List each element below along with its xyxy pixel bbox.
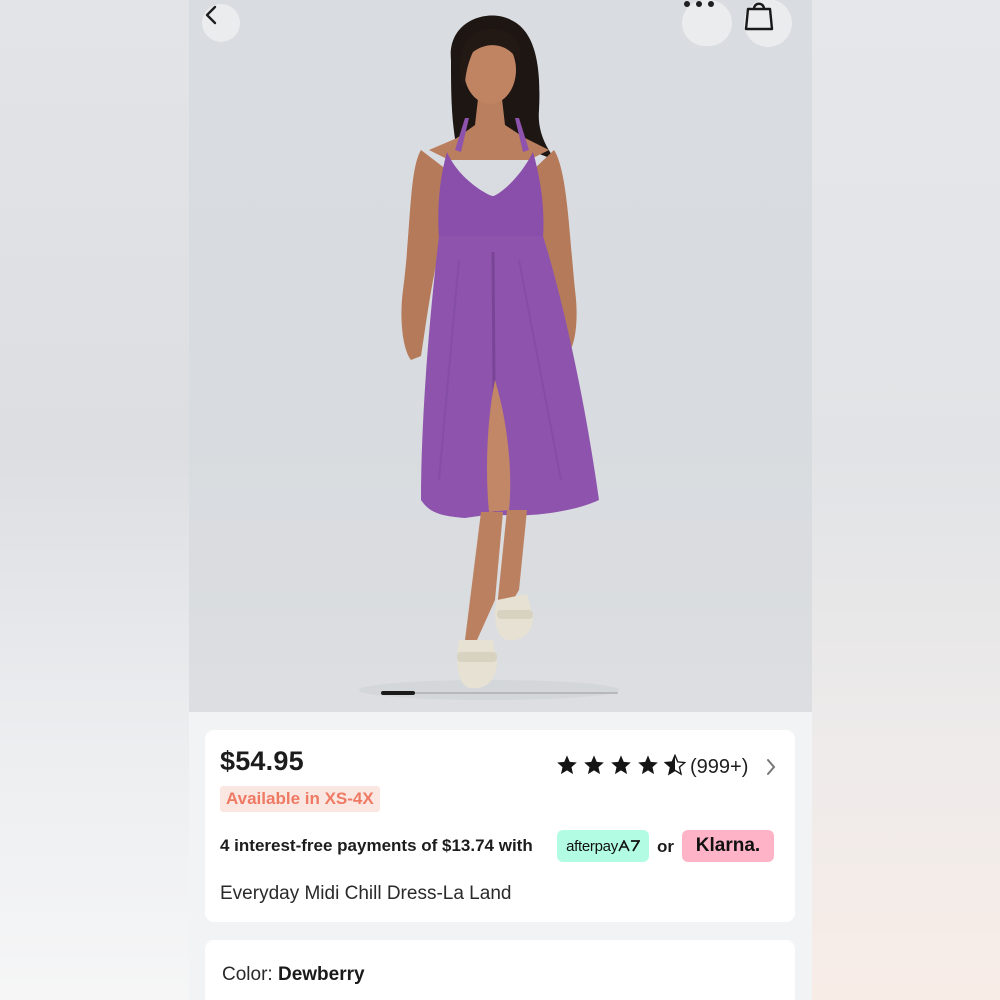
shopping-bag-button[interactable] xyxy=(744,0,792,47)
afterpay-button[interactable]: afterpay xyxy=(557,830,649,862)
availability-badge: Available in XS-4X xyxy=(220,786,380,812)
chevron-right-icon[interactable] xyxy=(765,758,777,776)
klarna-label: Klarna. xyxy=(695,835,761,856)
more-horizontal-icon xyxy=(684,1,714,7)
price: $54.95 xyxy=(220,746,304,776)
star-icon xyxy=(583,754,605,776)
back-button[interactable] xyxy=(202,4,240,42)
reviews-count[interactable]: (999+) xyxy=(690,756,748,779)
product-info-card: $54.95 Available in XS-4X (999+) 4 inter… xyxy=(205,730,795,922)
product-title: Everyday Midi Chill Dress-La Land xyxy=(220,883,512,904)
more-options-button[interactable] xyxy=(682,0,732,46)
gallery-pager-indicator xyxy=(381,691,415,695)
chevron-left-icon xyxy=(205,5,217,25)
product-image-gallery[interactable] xyxy=(189,0,812,712)
color-label-row: Color: Dewberry xyxy=(222,964,365,986)
product-page: $54.95 Available in XS-4X (999+) 4 inter… xyxy=(189,0,812,1000)
background-right xyxy=(812,0,1000,1000)
product-photo xyxy=(359,15,619,700)
rating-stars[interactable] xyxy=(556,754,686,776)
color-selection-card[interactable]: Color: Dewberry xyxy=(205,940,795,1000)
or-text: or xyxy=(657,837,674,856)
star-icon xyxy=(637,754,659,776)
afterpay-logo-icon xyxy=(618,840,640,852)
klarna-button[interactable]: Klarna. xyxy=(682,830,774,862)
color-label: Color: xyxy=(222,964,278,985)
installments-text: 4 interest-free payments of $13.74 with xyxy=(220,836,533,855)
background-left xyxy=(0,0,189,1000)
gallery-pager-track xyxy=(381,692,618,694)
afterpay-label: afterpay xyxy=(566,837,618,855)
shopping-bag-icon xyxy=(744,2,774,31)
color-value: Dewberry xyxy=(277,964,365,985)
star-icon xyxy=(610,754,632,776)
half-star-icon xyxy=(664,754,686,776)
star-icon xyxy=(556,754,578,776)
